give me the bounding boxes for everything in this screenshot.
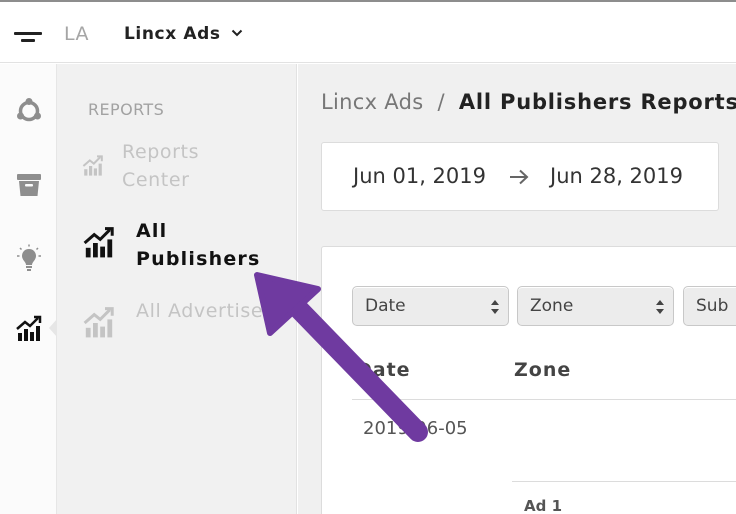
select-arrows-icon	[491, 299, 499, 319]
subnav-item-reports-center[interactable]: Reports Center	[81, 138, 281, 194]
table-cell-ad: Ad 1	[524, 497, 563, 514]
menu-icon[interactable]	[14, 32, 42, 46]
reports-subnav: REPORTS Reports Center All Publishers Al…	[57, 64, 297, 514]
subnav-item-all-advertisers[interactable]: All Advertisers	[81, 297, 281, 353]
breadcrumb: Lincx Ads / All Publishers Reports	[321, 90, 736, 114]
top-bar: LA Lincx Ads	[0, 2, 736, 63]
column-header-date[interactable]: Date	[356, 359, 411, 381]
reports-chart-icon[interactable]	[14, 314, 44, 344]
icon-rail	[0, 64, 57, 514]
subnav-item-label: Reports Center	[122, 141, 200, 191]
select-value: Date	[365, 296, 406, 316]
page-title: All Publishers Reports	[458, 90, 736, 114]
select-value: Sub	[696, 296, 729, 316]
org-name: Lincx Ads	[124, 24, 221, 44]
report-table-card: Date Zone Sub Date Zone 2019-06-05 Ad 1	[321, 246, 736, 514]
active-indicator	[49, 319, 57, 337]
org-selector[interactable]: Lincx Ads	[124, 22, 243, 44]
breadcrumb-separator: /	[437, 90, 445, 114]
chart-icon	[81, 225, 117, 265]
org-initials: LA	[64, 23, 90, 45]
network-icon[interactable]	[14, 96, 44, 126]
date-range-start[interactable]: Jun 01, 2019	[353, 164, 486, 188]
chart-icon	[81, 305, 117, 345]
chevron-down-icon	[231, 22, 243, 42]
column-header-zone[interactable]: Zone	[514, 359, 571, 381]
row-divider	[512, 481, 736, 482]
lightbulb-icon[interactable]	[14, 244, 44, 274]
select-arrows-icon	[656, 299, 664, 319]
arrow-right-icon	[509, 169, 529, 189]
breadcrumb-parent-link[interactable]: Lincx Ads	[321, 90, 423, 114]
date-range-end[interactable]: Jun 28, 2019	[550, 164, 683, 188]
archive-icon[interactable]	[14, 170, 44, 200]
subnav-item-label: All Publishers	[136, 220, 261, 270]
groupby-select-3[interactable]: Sub	[683, 286, 736, 326]
groupby-select-1[interactable]: Date	[352, 286, 509, 326]
subnav-heading: REPORTS	[88, 100, 165, 119]
date-range-picker[interactable]: Jun 01, 2019 Jun 28, 2019	[321, 142, 719, 211]
main-content: Lincx Ads / All Publishers Reports Jun 01,…	[298, 64, 736, 514]
row-divider	[352, 399, 736, 400]
groupby-select-2[interactable]: Zone	[517, 286, 674, 326]
table-cell-date: 2019-06-05	[363, 418, 468, 439]
select-value: Zone	[530, 296, 574, 316]
subnav-item-all-publishers[interactable]: All Publishers	[81, 217, 281, 273]
subnav-item-label: All Advertisers	[136, 300, 283, 322]
chart-icon	[81, 154, 105, 182]
